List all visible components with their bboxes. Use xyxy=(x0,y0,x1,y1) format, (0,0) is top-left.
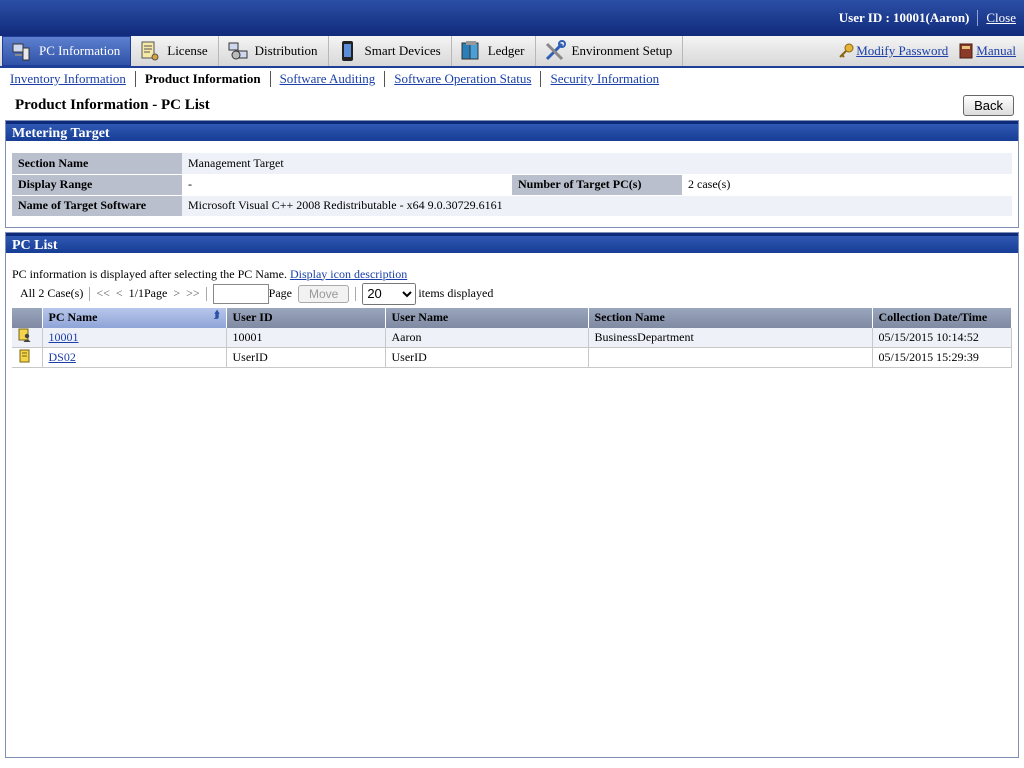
page-info: 1/1Page xyxy=(128,286,168,300)
target-software-value: Microsoft Visual C++ 2008 Redistributabl… xyxy=(182,195,1012,217)
manual-link[interactable]: Manual xyxy=(976,43,1016,59)
collection-datetime-cell: 05/15/2015 15:29:39 xyxy=(872,347,1012,368)
table-row: DS02 UserID UserID 05/15/2015 15:29:39 xyxy=(12,347,1012,368)
section-name-cell xyxy=(588,347,873,368)
tab-license[interactable]: License xyxy=(131,36,219,66)
page-label: Page xyxy=(268,286,292,300)
ledger-icon xyxy=(460,40,482,62)
page-title: Product Information - PC List xyxy=(15,96,210,113)
license-icon xyxy=(139,40,161,62)
num-target-pcs-label: Number of Target PC(s) xyxy=(512,174,682,196)
tab-label: License xyxy=(167,43,208,58)
tab-label: Environment Setup xyxy=(571,43,673,58)
panel-header: Metering Target xyxy=(6,121,1018,141)
table-row: 10001 10001 Aaron BusinessDepartment 05/… xyxy=(12,327,1012,348)
pc-name-link[interactable]: DS02 xyxy=(49,350,76,364)
display-range-label: Display Range xyxy=(12,174,182,196)
user-id-label: User ID : 10001(Aaron) xyxy=(838,10,970,25)
pc-name-link[interactable]: 10001 xyxy=(49,330,79,344)
move-button[interactable]: Move xyxy=(297,284,350,303)
total-cases: All 2 Case(s) xyxy=(20,286,84,300)
subnav-software-operation-status[interactable]: Software Operation Status xyxy=(394,71,531,86)
section-name-label: Section Name xyxy=(12,153,182,175)
column-header-section-name[interactable]: Section Name xyxy=(588,307,873,328)
key-icon xyxy=(838,43,854,59)
tab-distribution[interactable]: Distribution xyxy=(219,36,329,66)
user-id-cell: UserID xyxy=(226,347,386,368)
pc-list-panel: PC List PC information is displayed afte… xyxy=(5,231,1019,758)
user-name-cell: UserID xyxy=(385,347,589,368)
modify-password-link[interactable]: Modify Password xyxy=(856,43,948,59)
back-button[interactable]: Back xyxy=(963,94,1014,116)
tab-smart-devices[interactable]: Smart Devices xyxy=(329,36,452,66)
subnav-security-information[interactable]: Security Information xyxy=(550,71,659,86)
close-link[interactable]: Close xyxy=(986,10,1016,26)
tab-label: PC Information xyxy=(39,43,121,58)
tab-pc-information[interactable]: PC Information xyxy=(2,36,132,66)
tools-icon xyxy=(544,40,566,62)
column-header-pc-name[interactable]: PC Name ⮭ xyxy=(42,307,227,328)
section-name-cell: BusinessDepartment xyxy=(588,327,873,348)
next-page-button[interactable]: > xyxy=(173,286,180,301)
section-name-value: Management Target xyxy=(182,153,1012,175)
tab-environment-setup[interactable]: Environment Setup xyxy=(536,36,684,66)
sub-navigation: Inventory Information Product Informatio… xyxy=(0,68,1024,90)
prev-page-button[interactable]: < xyxy=(116,286,123,301)
subnav-product-information: Product Information xyxy=(134,71,270,87)
subnav-software-auditing[interactable]: Software Auditing xyxy=(280,71,376,86)
manual-icon xyxy=(958,43,974,59)
separator xyxy=(977,10,979,26)
top-bar: User ID : 10001(Aaron) Close xyxy=(0,0,1024,36)
pager: All 2 Case(s) << < 1/1Page > >> Page Mov… xyxy=(12,282,1012,306)
metering-target-panel: Metering Target Section Name Management … xyxy=(5,120,1019,228)
user-name-cell: Aaron xyxy=(385,327,589,348)
metering-info-table: Section Name Management Target Display R… xyxy=(12,153,1012,217)
pc-icon xyxy=(11,40,33,62)
display-range-value: - xyxy=(182,174,512,196)
icon-column-header xyxy=(12,307,43,328)
pc-icon xyxy=(18,349,30,363)
column-header-user-id[interactable]: User ID xyxy=(226,307,386,328)
tab-ledger[interactable]: Ledger xyxy=(452,36,536,66)
distribution-icon xyxy=(227,40,249,62)
target-software-label: Name of Target Software xyxy=(12,195,182,217)
first-page-button[interactable]: << xyxy=(96,286,110,301)
collection-datetime-cell: 05/15/2015 10:14:52 xyxy=(872,327,1012,348)
main-tab-bar: PC Information License Distribution Smar… xyxy=(0,36,1024,68)
pc-user-icon xyxy=(18,328,31,343)
tab-label: Smart Devices xyxy=(364,43,441,58)
title-row: Product Information - PC List Back xyxy=(0,90,1024,120)
tab-label: Distribution xyxy=(254,43,318,58)
smart-device-icon xyxy=(337,40,359,62)
panel-header: PC List xyxy=(6,232,1018,253)
pc-list-table: PC Name ⮭ User ID User Name Section Name… xyxy=(12,307,1012,368)
user-id-cell: 10001 xyxy=(226,327,386,348)
subnav-inventory-information[interactable]: Inventory Information xyxy=(10,71,126,86)
num-target-pcs-value: 2 case(s) xyxy=(682,174,1012,196)
tabbar-right-links: Modify Password Manual xyxy=(828,36,1024,66)
last-page-button[interactable]: >> xyxy=(186,286,200,301)
sort-ascending-icon: ⮭ xyxy=(213,310,220,321)
tab-label: Ledger xyxy=(487,43,525,58)
page-number-input[interactable] xyxy=(212,283,269,304)
column-header-collection-datetime[interactable]: Collection Date/Time xyxy=(872,307,1012,328)
items-displayed-label: items displayed xyxy=(418,286,494,300)
items-per-page-select[interactable]: 20 xyxy=(362,282,417,305)
pc-list-description: PC information is displayed after select… xyxy=(12,266,408,281)
column-header-user-name[interactable]: User Name xyxy=(385,307,589,328)
display-icon-description-link[interactable]: Display icon description xyxy=(290,267,407,281)
